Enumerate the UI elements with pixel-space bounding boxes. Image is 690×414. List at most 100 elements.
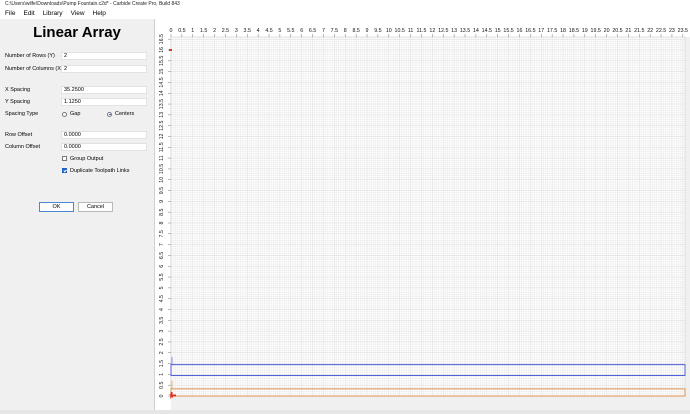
y-tick-label: 9 [159,200,165,203]
cols-field[interactable]: 2 [61,65,147,73]
gap-radio[interactable] [62,111,67,117]
x-tick-label: 18 [560,28,566,34]
x-tick-label: 7 [322,28,325,34]
menu-view[interactable]: View [67,9,89,19]
x-tick-label: 19 [582,28,588,34]
centers-label: Centers [115,111,135,117]
linear-array-panel: Linear Array Number of Rows (Y) 2 Number… [0,19,155,410]
y-tick-label: 9.5 [159,187,165,194]
group-output-checkbox[interactable] [62,156,67,161]
y-tick-label: 6.5 [159,252,165,259]
x-tick-label: 6.5 [309,28,316,34]
window-title: C:\Users\wilfe\Downloads\Pump Fountain.c… [0,0,690,9]
x-tick-label: 18.5 [569,28,579,34]
x-tick-label: 2.5 [222,28,229,34]
y-tick-label: 11.5 [159,142,165,152]
y-tick-label: 8.5 [159,208,165,215]
duplicate-toolpath-links-label: Duplicate Toolpath Links [70,167,130,174]
y-tick-label: 13.5 [159,99,165,109]
x-tick-label: 12 [429,28,435,34]
y-tick-label: 4.5 [159,295,165,302]
x-tick-label: 3.5 [244,28,251,34]
cancel-button[interactable]: Cancel [78,202,113,212]
y-tick-label: 15 [159,69,165,75]
x-tick-label: 5.5 [287,28,294,34]
x-tick-label: 11 [408,28,414,34]
x-tick-label: 4.5 [265,28,272,34]
y-tick-label: 8 [159,221,165,224]
y-tick-label: 10 [159,177,165,183]
x-tick-label: 23 [669,28,675,34]
x-tick-label: 22 [647,28,653,34]
x-tick-label: 13.5 [460,28,470,34]
x-tick-label: 19.5 [591,28,601,34]
y-tick-label: 16 [159,47,165,53]
y-tick-label: 7 [159,243,165,246]
centers-radio[interactable] [107,111,112,117]
y-tick-label: 1.5 [159,360,165,367]
x-tick-label: 8 [344,28,347,34]
x-tick-label: 14 [473,28,479,34]
status-bar [0,410,690,414]
x-tick-label: 20.5 [612,28,622,34]
gap-label: Gap [70,111,81,117]
canvas-svg[interactable]: 0 0.5 1 1.5 2 2.5 3 3.5 4 4.5 5 5.5 6 6.5 7 7.5 8 8.5 9 9.5… [155,19,690,410]
group-output-label: Group Output [70,155,104,162]
x-tick-label: 9 [366,28,369,34]
x-tick-label: 3 [235,28,238,34]
y-tick-label: 2 [159,351,165,354]
y-tick-label: 14.5 [159,77,165,87]
rows-label: Number of Rows (Y) [5,53,55,59]
y-tick-label: 16.5 [159,34,165,44]
cols-label: Number of Columns (X) [5,66,63,72]
y-tick-label: 1 [159,373,165,376]
y-tick-label: 0.5 [159,381,165,388]
ruler-marker [169,48,172,51]
x-tick-label: 15 [495,28,501,34]
x-tick-label: 10.5 [395,28,405,34]
y-tick-label: 0 [159,394,165,397]
y-tick-label: 5.5 [159,273,165,280]
col-offset-label: Column Offset [5,144,41,150]
x-tick-label: 15.5 [503,28,513,34]
x-tick-label: 22.5 [656,28,666,34]
x-tick-label: 2 [213,28,216,34]
x-tick-label: 21.5 [634,28,644,34]
yspacing-field[interactable]: 1.1250 [61,98,147,106]
yspacing-label: Y Spacing [5,99,30,105]
x-tick-label: 10 [386,28,392,34]
x-tick-label: 23.5 [678,28,688,34]
menu-help[interactable]: Help [89,9,110,19]
duplicate-toolpath-links-checkbox[interactable] [62,168,67,173]
y-tick-label: 6 [159,265,165,268]
xspacing-field[interactable]: 35.2500 [61,86,147,94]
x-tick-label: 12.5 [438,28,448,34]
y-tick-label: 12 [159,133,165,139]
menu-library[interactable]: Library [39,9,67,19]
y-tick-label: 13 [159,112,165,118]
x-tick-label: 9.5 [374,28,381,34]
ok-button[interactable]: OK [39,202,74,212]
design-canvas[interactable]: 0 0.5 1 1.5 2 2.5 3 3.5 4 4.5 5 5.5 6 6.5 7 7.5 8 8.5 9 9.5… [155,19,690,410]
y-tick-label: 4 [159,308,165,311]
x-tick-label: 16 [517,28,523,34]
x-tick-label: 21 [625,28,631,34]
x-tick-label: 5 [278,28,281,34]
y-tick-label: 5 [159,286,165,289]
col-offset-field[interactable]: 0.0000 [61,143,147,151]
row-offset-label: Row Offset [5,132,33,138]
x-tick-label: 17.5 [547,28,557,34]
x-tick-label: 14.5 [482,28,492,34]
x-tick-label: 11.5 [417,28,427,34]
menu-file[interactable]: File [0,9,19,19]
x-tick-label: 20 [604,28,610,34]
x-tick-label: 1 [191,28,194,34]
xspacing-label: X Spacing [5,87,31,93]
x-tick-label: 8.5 [352,28,359,34]
row-offset-field[interactable]: 0.0000 [61,131,147,139]
x-tick-label: 4 [257,28,260,34]
rows-field[interactable]: 2 [61,52,147,60]
menu-edit[interactable]: Edit [19,9,38,19]
y-tick-label: 12.5 [159,120,165,130]
x-tick-label: 0.5 [178,28,185,34]
